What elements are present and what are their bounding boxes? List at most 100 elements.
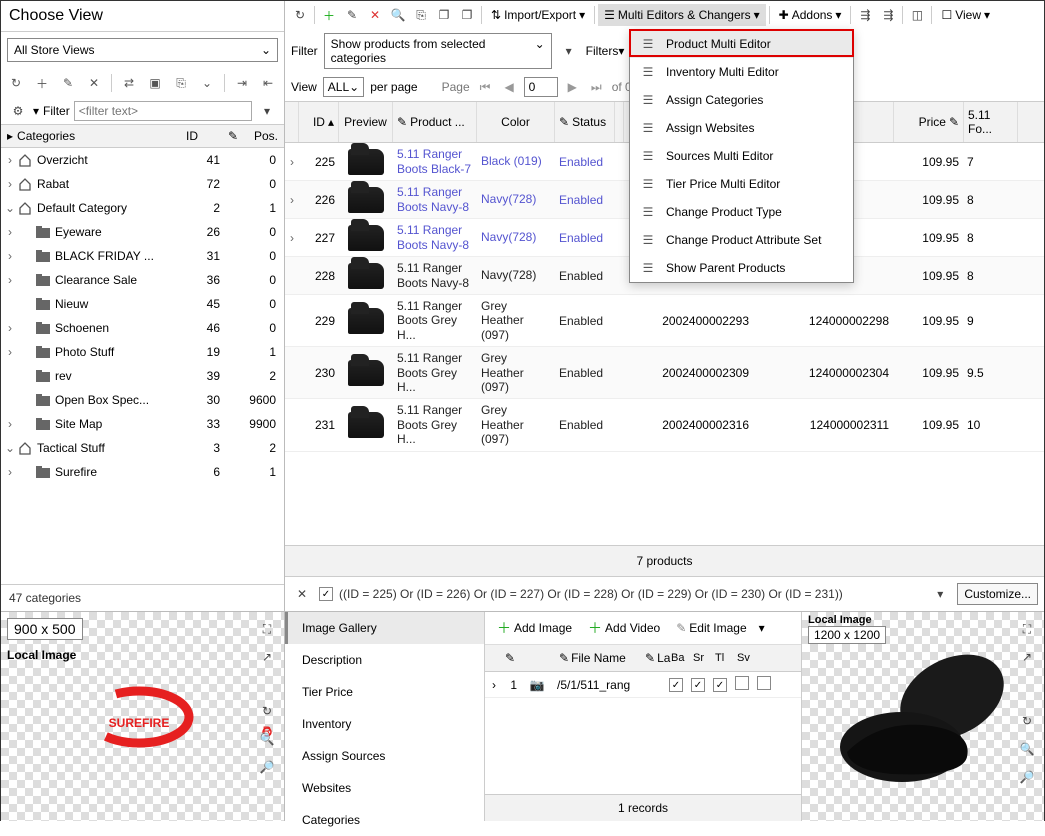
refresh-icon[interactable]: ↻ [1016,710,1038,732]
tab-categories[interactable]: Categories [285,804,484,836]
category-row[interactable]: ›Photo Stuff191 [1,340,284,364]
filters-button[interactable]: Filters▾ [586,44,625,58]
zoom-in-icon[interactable]: 🔍 [256,728,278,750]
per-page-select[interactable]: ALL⌄ [323,77,364,97]
expand-icon[interactable]: › [3,225,17,239]
tool-2-icon[interactable]: ⇶ [877,4,899,26]
cell-product-name[interactable]: 5.11 Ranger Boots Navy-8 [393,181,477,218]
refresh-icon[interactable]: ↻ [5,72,27,94]
search-icon[interactable]: 🔍 [387,4,409,26]
page-input[interactable] [524,77,558,97]
row-expand-icon[interactable]: › [285,151,299,173]
menu-item-product-multi-editor[interactable]: ☰Product Multi Editor [630,30,853,58]
expand-icon[interactable]: ⌄ [3,201,17,215]
edit-icon[interactable]: ✎ [341,4,363,26]
detail-tabs[interactable]: Image GalleryDescriptionTier PriceInvent… [285,612,485,821]
category-row[interactable]: ›Clearance Sale360 [1,268,284,292]
collapse-icon[interactable]: ⇥ [231,72,253,94]
funnel-icon[interactable]: ▾ [929,583,951,605]
customize-button[interactable]: Customize... [957,583,1038,605]
category-row[interactable]: ›Rabat720 [1,172,284,196]
expand-icon[interactable]: ⌄ [3,441,17,455]
menu-item-change-product-attribute-set[interactable]: ☰Change Product Attribute Set [630,226,853,254]
row-expand-icon[interactable]: › [285,227,299,249]
open-external-icon[interactable]: ↗ [1016,646,1038,668]
export-icon[interactable]: ⎘ [170,72,192,94]
menu-item-assign-categories[interactable]: ☰Assign Categories [630,86,853,114]
next-page-icon[interactable]: ▶ [564,80,581,94]
open-external-icon[interactable]: ↗ [256,646,278,668]
import-export-dropdown[interactable]: ⇅Import/Export▾ [485,4,591,26]
tab-inventory[interactable]: Inventory [285,708,484,740]
edit-image-button[interactable]: ✎Edit Image [672,621,750,635]
refresh-icon[interactable]: ↻ [256,700,278,722]
chevron-down-icon[interactable]: ▾ [33,104,39,118]
tab-tier-price[interactable]: Tier Price [285,676,484,708]
duplicate-icon[interactable]: ❐ [456,4,478,26]
add-image-button[interactable]: ＋Add Image [493,618,576,638]
expand-icon[interactable]: › [3,417,17,431]
zoom-in-icon[interactable]: 🔍 [1016,738,1038,760]
expand-icon[interactable]: › [3,249,17,263]
filter-input[interactable] [74,101,252,121]
tab-description[interactable]: Description [285,644,484,676]
prev-page-icon[interactable]: ◀ [500,80,517,94]
menu-item-change-product-type[interactable]: ☰Change Product Type [630,198,853,226]
funnel-icon[interactable]: ▾ [256,100,278,122]
category-row[interactable]: rev392 [1,364,284,388]
image-row[interactable]: › 1 📷 /5/1/511_rang ✓ ✓ ✓ [485,672,801,698]
expand-icon[interactable]: ⇤ [257,72,279,94]
row-expand-icon[interactable]: › [487,678,501,692]
checkbox-th[interactable]: ✓ [713,678,727,692]
checkbox-ex[interactable] [757,676,771,690]
chevron-down-icon[interactable]: ▾ [759,621,765,635]
fullscreen-icon[interactable]: ⛶ [1016,618,1038,640]
category-row[interactable]: ›BLACK FRIDAY ...310 [1,244,284,268]
layout-icon[interactable]: ◫ [906,4,928,26]
cell-product-name[interactable]: 5.11 Ranger Boots Grey H... [393,295,477,346]
category-row[interactable]: ›Site Map339900 [1,412,284,436]
swap-icon[interactable]: ⇄ [118,72,140,94]
tab-assign-sources[interactable]: Assign Sources [285,740,484,772]
product-row[interactable]: 2315.11 Ranger Boots Grey H...Grey Heath… [285,399,1044,451]
row-expand-icon[interactable]: › [285,189,299,211]
funnel-icon[interactable]: ▾ [558,40,580,62]
row-expand-icon[interactable] [285,369,299,377]
expression-checkbox[interactable]: ✓ [319,587,333,601]
menu-item-assign-websites[interactable]: ☰Assign Websites [630,114,853,142]
category-row[interactable]: ⌄Tactical Stuff32 [1,436,284,460]
picture-icon[interactable]: ▣ [144,72,166,94]
product-row[interactable]: 2305.11 Ranger Boots Grey H...Grey Heath… [285,347,1044,399]
last-page-icon[interactable]: ⏭ [587,80,606,95]
checkbox-sv[interactable] [735,676,749,690]
category-row[interactable]: ›Overzicht410 [1,148,284,172]
tab-websites[interactable]: Websites [285,772,484,804]
close-icon[interactable]: ✕ [291,583,313,605]
addons-dropdown[interactable]: ✚Addons▾ [773,4,848,26]
paste-icon[interactable]: ❐ [433,4,455,26]
category-row[interactable]: ›Schoenen460 [1,316,284,340]
fullscreen-icon[interactable]: ⛶ [256,618,278,640]
category-row[interactable]: ⌄Default Category21 [1,196,284,220]
edit-icon[interactable]: ✎ [57,72,79,94]
expand-icon[interactable]: › [3,153,17,167]
copy-icon[interactable]: ⎘ [410,4,432,26]
checkbox-sr[interactable]: ✓ [691,678,705,692]
menu-item-sources-multi-editor[interactable]: ☰Sources Multi Editor [630,142,853,170]
menu-item-tier-price-multi-editor[interactable]: ☰Tier Price Multi Editor [630,170,853,198]
view-dropdown[interactable]: ☐View▾ [935,4,996,26]
chevron-down-icon[interactable]: ⌄ [196,72,218,94]
menu-item-inventory-multi-editor[interactable]: ☰Inventory Multi Editor [630,58,853,86]
cell-product-name[interactable]: 5.11 Ranger Boots Black-7 [393,143,477,180]
row-expand-icon[interactable] [285,272,299,280]
expand-icon[interactable]: › [3,321,17,335]
add-icon[interactable]: ＋ [31,72,53,94]
category-tree[interactable]: ›Overzicht410›Rabat720⌄Default Category2… [1,148,284,584]
category-row[interactable]: ›Surefire61 [1,460,284,484]
expand-icon[interactable]: › [3,465,17,479]
add-video-button[interactable]: ＋Add Video [584,618,664,638]
expand-icon[interactable]: › [3,345,17,359]
menu-item-show-parent-products[interactable]: ☰Show Parent Products [630,254,853,282]
row-expand-icon[interactable] [285,421,299,429]
tool-1-icon[interactable]: ⇶ [854,4,876,26]
